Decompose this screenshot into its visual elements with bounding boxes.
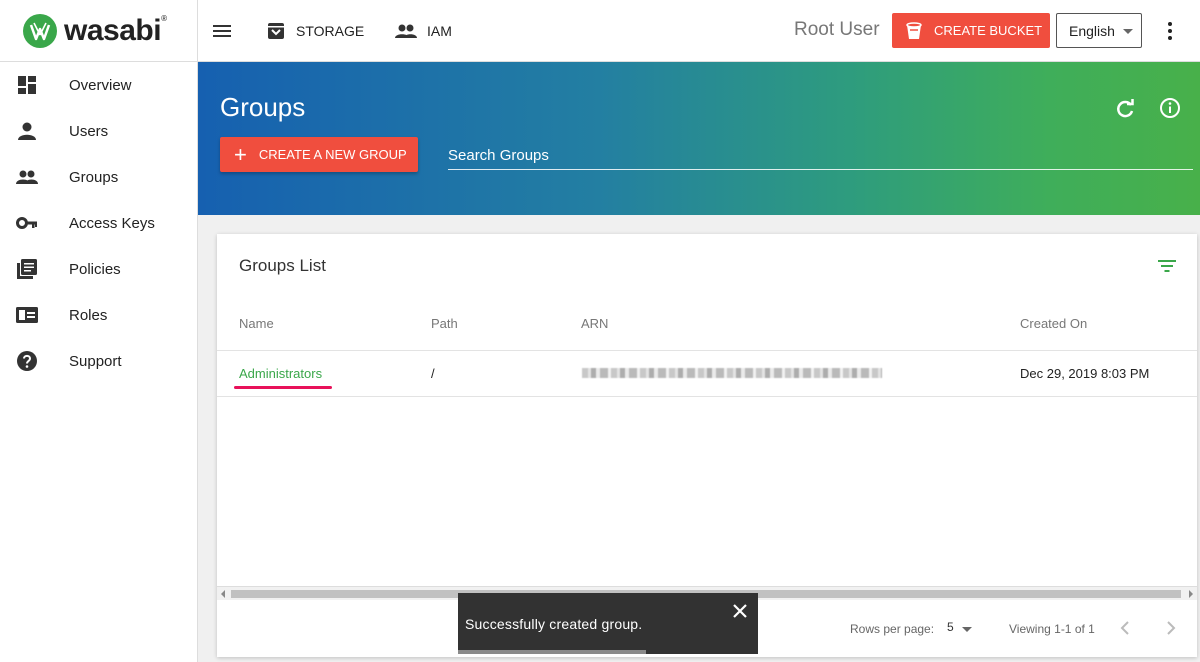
caret-down-icon[interactable] (962, 627, 972, 632)
nav-storage-label: STORAGE (296, 23, 365, 39)
help-icon (17, 351, 37, 371)
sidebar-item-roles[interactable]: Roles (0, 292, 197, 338)
people-icon (16, 170, 38, 184)
nav-iam-label: IAM (427, 23, 452, 39)
search-groups-input[interactable] (448, 142, 1193, 170)
rows-per-page-select[interactable]: 5 (947, 620, 954, 634)
page-title: Groups (220, 92, 306, 122)
column-header-created-on[interactable]: Created On (1020, 316, 1087, 331)
refresh-icon[interactable] (1114, 98, 1136, 120)
column-header-arn[interactable]: ARN (581, 316, 608, 331)
wasabi-logo[interactable]: wasabi® (0, 0, 198, 62)
snackbar-progress-bar (458, 650, 646, 654)
group-name-cell: Administrators (239, 366, 322, 381)
column-header-name[interactable]: Name (239, 316, 274, 331)
create-group-button[interactable]: + CREATE A NEW GROUP (220, 137, 418, 172)
group-created-on-cell: Dec 29, 2019 8:03 PM (1020, 366, 1150, 381)
sidebar-item-label: Groups (69, 168, 119, 186)
chevron-right-icon[interactable] (1165, 620, 1177, 636)
group-name-link[interactable]: Administrators (239, 366, 322, 381)
nav-storage[interactable]: STORAGE (266, 0, 364, 62)
highlight-underline (234, 386, 332, 389)
info-icon[interactable] (1159, 97, 1181, 119)
sidebar-item-users[interactable]: Users (0, 108, 197, 154)
snackbar: Successfully created group. (458, 593, 758, 654)
library-icon (17, 259, 37, 279)
sidebar-item-label: Roles (69, 306, 108, 324)
language-select[interactable]: English (1056, 13, 1142, 48)
divider (217, 396, 1197, 397)
scroll-right-icon[interactable] (1189, 590, 1193, 598)
sidebar-item-groups[interactable]: Groups (0, 154, 197, 200)
archive-icon (268, 23, 284, 39)
person-icon (18, 122, 36, 140)
scroll-left-icon[interactable] (221, 590, 225, 598)
arn-redacted (582, 368, 882, 378)
language-select-value: English (1069, 22, 1115, 39)
group-path-cell: / (431, 366, 435, 381)
menu-icon[interactable] (211, 21, 233, 41)
plus-icon: + (234, 141, 247, 167)
sidebar-item-label: Access Keys (69, 214, 155, 232)
bucket-icon (906, 21, 922, 39)
close-icon[interactable] (730, 601, 750, 621)
people-icon (395, 24, 417, 38)
snackbar-message: Successfully created group. (465, 616, 643, 632)
wasabi-logo-text: wasabi® (64, 14, 167, 47)
filter-icon[interactable] (1157, 257, 1177, 275)
sidebar-item-label: Users (69, 122, 109, 140)
sidebar-item-overview[interactable]: Overview (0, 62, 197, 108)
dashboard-icon (18, 76, 36, 94)
wasabi-logo-icon (23, 14, 57, 48)
chevron-left-icon[interactable] (1119, 620, 1131, 636)
pagination-status: Viewing 1-1 of 1 (1009, 622, 1095, 636)
sidebar-item-label: Support (69, 352, 122, 370)
divider (217, 350, 1197, 351)
page-header: Groups + CREATE A NEW GROUP (198, 62, 1200, 215)
create-group-label: CREATE A NEW GROUP (258, 147, 407, 162)
top-bar: wasabi® STORAGE IAM Root User CREATE BUC… (0, 0, 1200, 62)
key-icon (16, 217, 37, 229)
nav-iam[interactable]: IAM (395, 0, 452, 62)
sidebar-item-label: Overview (69, 76, 132, 94)
rows-per-page-label: Rows per page: (850, 622, 935, 636)
sidebar: Overview Users Groups Access Keys Polici… (0, 62, 198, 662)
current-user: Root User (794, 19, 880, 40)
sidebar-item-support[interactable]: Support (0, 338, 197, 384)
create-bucket-button[interactable]: CREATE BUCKET (892, 13, 1050, 48)
sidebar-item-policies[interactable]: Policies (0, 246, 197, 292)
more-vert-icon[interactable] (1160, 20, 1180, 42)
sidebar-item-access-keys[interactable]: Access Keys (0, 200, 197, 246)
column-header-path[interactable]: Path (431, 316, 458, 331)
card-title: Groups List (239, 256, 326, 275)
sidebar-item-label: Policies (69, 260, 121, 278)
create-bucket-label: CREATE BUCKET (934, 23, 1043, 38)
caret-down-icon (1123, 29, 1133, 34)
badge-icon (16, 307, 38, 323)
